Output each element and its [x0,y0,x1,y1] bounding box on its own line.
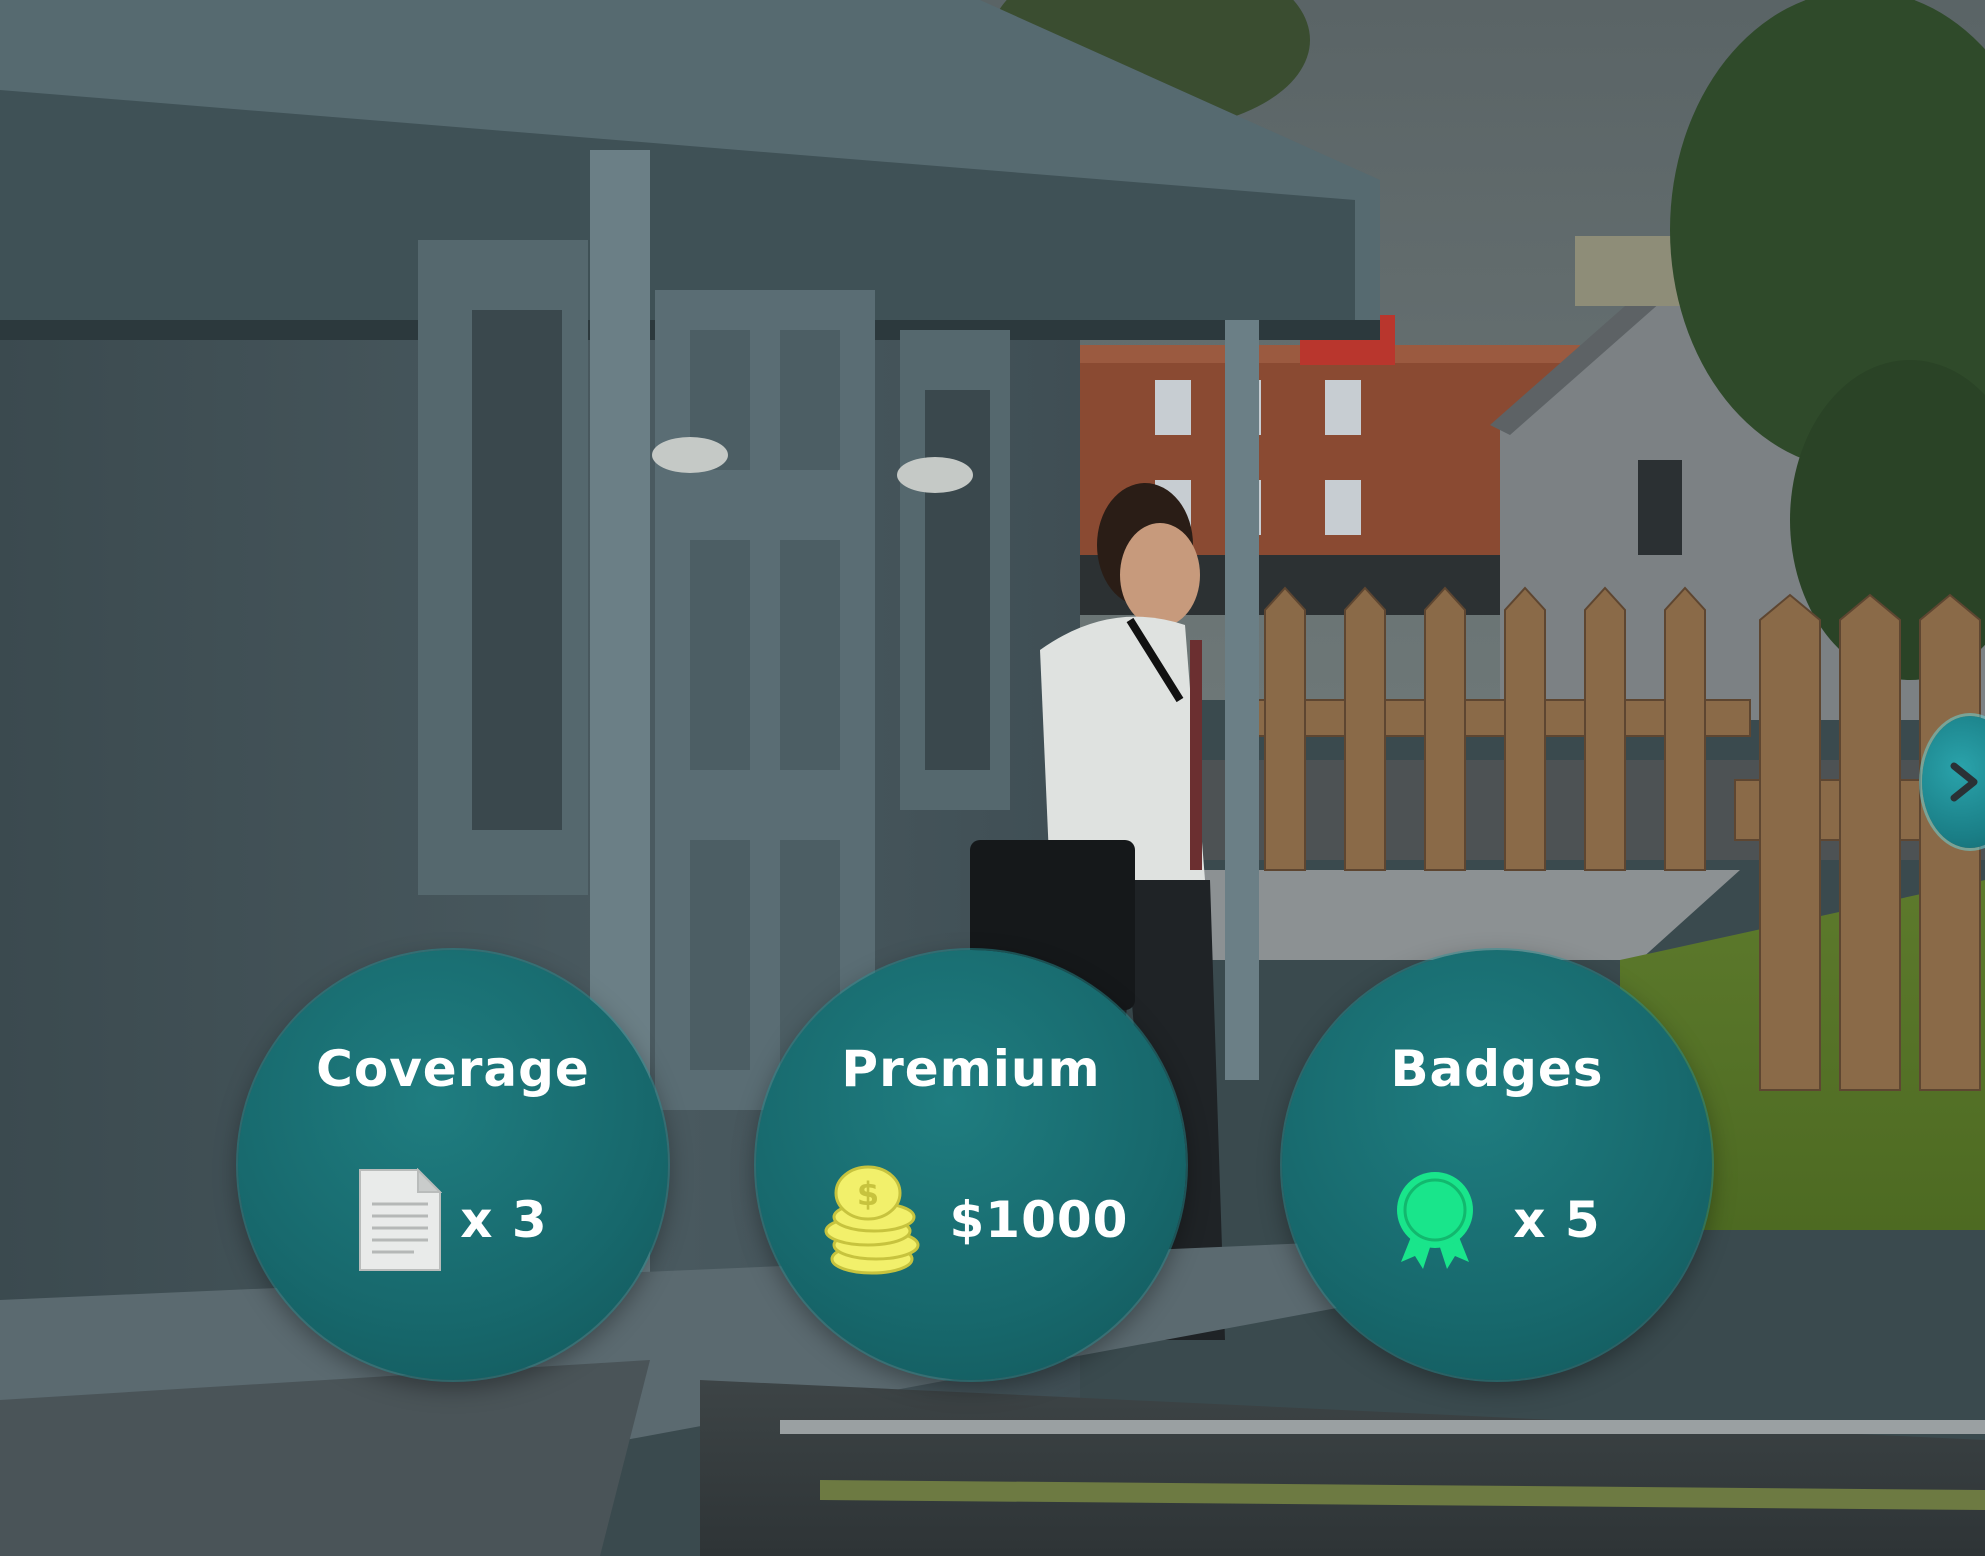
front-door [655,290,875,1110]
premium-value: $1000 [949,1191,1129,1249]
sidewalk [1190,870,1740,960]
coverage-label: Coverage [316,1040,590,1098]
chevron-right-icon [1944,760,1984,804]
premium-label: Premium [841,1040,1101,1098]
svg-text:$: $ [856,1175,878,1213]
porch-column-right [1225,320,1259,1080]
coverage-value: x 3 [460,1191,548,1249]
badges-value: x 5 [1513,1191,1601,1249]
badges-stat: Badges x 5 [1282,950,1712,1380]
premium-stat: Premium $ $1000 [756,950,1186,1380]
ribbon-badge-icon [1393,1170,1477,1270]
badges-label: Badges [1390,1040,1604,1098]
document-icon [358,1167,443,1272]
walkway [700,1380,1985,1556]
coin-stack-icon: $ [814,1161,932,1279]
coverage-stat: Coverage x 3 [238,950,668,1380]
